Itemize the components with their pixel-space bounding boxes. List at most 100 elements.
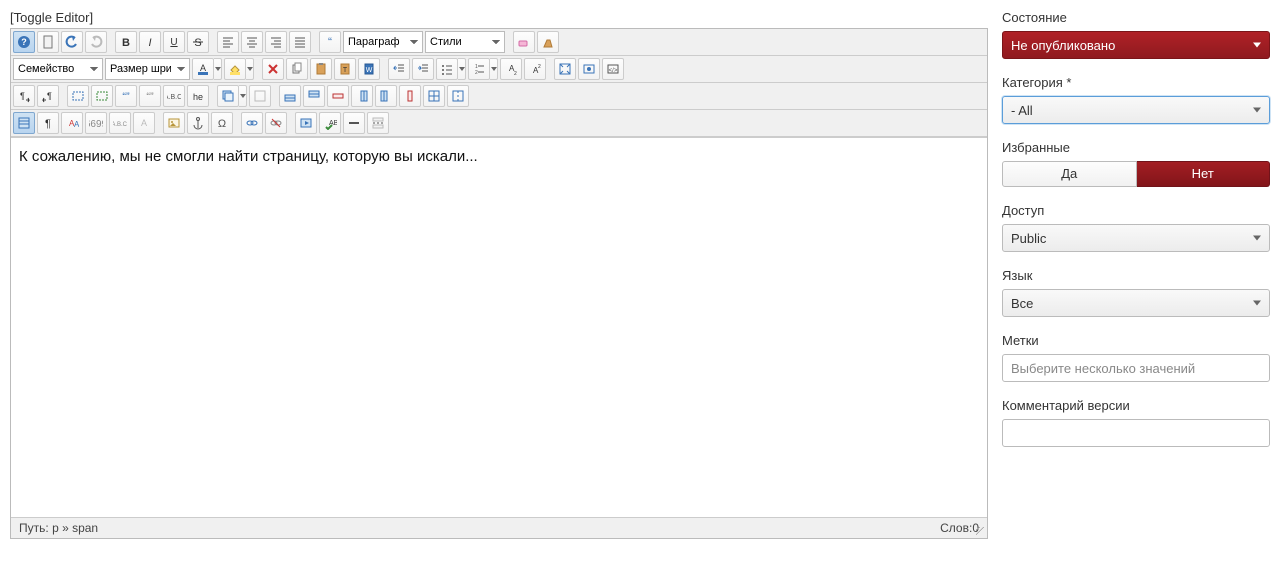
guidelines-icon[interactable] (249, 85, 271, 107)
code-icon[interactable]: A.B.C. (163, 85, 185, 107)
svg-text:Ω: Ω (218, 118, 226, 130)
cut-icon[interactable] (262, 58, 284, 80)
bg-color-icon[interactable] (224, 58, 246, 80)
toggle-editor-link[interactable]: [Toggle Editor] (10, 10, 93, 25)
show-blocks-icon[interactable] (13, 112, 35, 134)
eraser-icon[interactable] (513, 31, 535, 53)
subscript-icon[interactable]: A2 (500, 58, 522, 80)
format-select[interactable]: Параграф (343, 31, 423, 53)
special-char-icon[interactable]: Ω (211, 112, 233, 134)
table-merge-icon[interactable] (423, 85, 445, 107)
fullscreen-icon[interactable] (554, 58, 576, 80)
align-justify-icon[interactable] (289, 31, 311, 53)
access-select[interactable]: Public (1002, 224, 1270, 252)
toolbar-row-1: ? B I U S “ Параграф Стили (11, 29, 987, 56)
abbr-icon[interactable] (67, 85, 89, 107)
unlink-icon[interactable] (265, 112, 287, 134)
spellcheck-icon[interactable]: ABC (319, 112, 341, 134)
font-family-select[interactable]: Семейство (13, 58, 103, 80)
media-icon[interactable] (295, 112, 317, 134)
strike-icon[interactable]: S (187, 31, 209, 53)
bg-color-caret[interactable] (246, 58, 254, 80)
status-words: Слов:0 (940, 521, 979, 535)
state-label: Состояние (1002, 10, 1270, 25)
styles-select[interactable]: Стили (425, 31, 505, 53)
state-select[interactable]: Не опубликовано (1002, 31, 1270, 59)
show-invisibles-icon[interactable]: ¶ (37, 112, 59, 134)
new-doc-icon[interactable] (37, 31, 59, 53)
table-row-before-icon[interactable] (279, 85, 301, 107)
paste-icon[interactable] (310, 58, 332, 80)
ordered-list-icon[interactable]: 12 (468, 58, 490, 80)
table-row-after-icon[interactable] (303, 85, 325, 107)
align-left-icon[interactable] (217, 31, 239, 53)
unordered-list-icon[interactable] (436, 58, 458, 80)
bold-icon[interactable]: B (115, 31, 137, 53)
quote2-icon[interactable]: 6699 (85, 112, 107, 134)
align-right-icon[interactable] (265, 31, 287, 53)
align-center-icon[interactable] (241, 31, 263, 53)
paste-text-icon[interactable]: T (334, 58, 356, 80)
access-label: Доступ (1002, 203, 1270, 218)
category-label: Категория * (1002, 75, 1270, 90)
redo-icon[interactable] (85, 31, 107, 53)
featured-no-button[interactable]: Нет (1137, 161, 1271, 187)
quote-icon[interactable]: “” (139, 85, 161, 107)
outdent-icon[interactable] (388, 58, 410, 80)
table-col-delete-icon[interactable] (399, 85, 421, 107)
paste-word-icon[interactable]: W (358, 58, 380, 80)
language-select[interactable]: Все (1002, 289, 1270, 317)
category-select[interactable]: - All (1002, 96, 1270, 124)
blockquote-icon[interactable]: “ (319, 31, 341, 53)
ul-caret[interactable] (458, 58, 466, 80)
svg-text:</>: </> (609, 68, 618, 74)
svg-text:2: 2 (475, 70, 478, 76)
svg-text:A.B.C.: A.B.C. (167, 94, 181, 101)
styles2-icon[interactable]: AA (61, 112, 83, 134)
svg-text:S: S (194, 37, 201, 49)
table-col-before-icon[interactable] (351, 85, 373, 107)
underline-icon[interactable]: U (163, 31, 185, 53)
rtl-para-icon[interactable]: ¶ (37, 85, 59, 107)
anchor-icon[interactable] (187, 112, 209, 134)
cleanup-icon[interactable] (537, 31, 559, 53)
pagebreak-icon[interactable] (367, 112, 389, 134)
superscript-icon[interactable]: A2 (524, 58, 546, 80)
editor-container: ? B I U S “ Параграф Стили (10, 28, 988, 539)
svg-text:U: U (170, 37, 177, 48)
indent-icon[interactable] (412, 58, 434, 80)
hr-icon[interactable] (343, 112, 365, 134)
table-split-icon[interactable] (447, 85, 469, 107)
acronym-icon[interactable] (91, 85, 113, 107)
link-icon[interactable] (241, 112, 263, 134)
editor-content[interactable]: К сожалению, мы не смогли найти страницу… (11, 137, 987, 517)
text-color-icon[interactable]: A (192, 58, 214, 80)
layer-caret[interactable] (239, 85, 247, 107)
ol-caret[interactable] (490, 58, 498, 80)
abc-icon[interactable]: A.B.C. (109, 112, 131, 134)
svg-text:A: A (74, 120, 79, 129)
svg-text:¶: ¶ (20, 91, 25, 101)
table-row-delete-icon[interactable] (327, 85, 349, 107)
featured-toggle: Да Нет (1002, 161, 1270, 187)
help-icon[interactable]: ? (13, 31, 35, 53)
cite-icon[interactable]: “” (115, 85, 137, 107)
ltr-para-icon[interactable]: ¶ (13, 85, 35, 107)
svg-text:A: A (200, 63, 206, 73)
table-col-after-icon[interactable] (375, 85, 397, 107)
tags-input[interactable] (1002, 354, 1270, 382)
italic-icon[interactable]: I (139, 31, 161, 53)
del-icon[interactable]: he (187, 85, 209, 107)
clear-format-icon[interactable]: A (133, 112, 155, 134)
undo-icon[interactable] (61, 31, 83, 53)
image-icon[interactable] (163, 112, 185, 134)
source-icon[interactable]: </> (602, 58, 624, 80)
layer-icon[interactable] (217, 85, 239, 107)
featured-yes-button[interactable]: Да (1002, 161, 1137, 187)
text-color-caret[interactable] (214, 58, 222, 80)
preview-icon[interactable] (578, 58, 600, 80)
version-note-input[interactable] (1002, 419, 1270, 447)
copy-icon[interactable] (286, 58, 308, 80)
resize-handle-icon[interactable] (976, 527, 986, 537)
font-size-select[interactable]: Размер шриф (105, 58, 190, 80)
